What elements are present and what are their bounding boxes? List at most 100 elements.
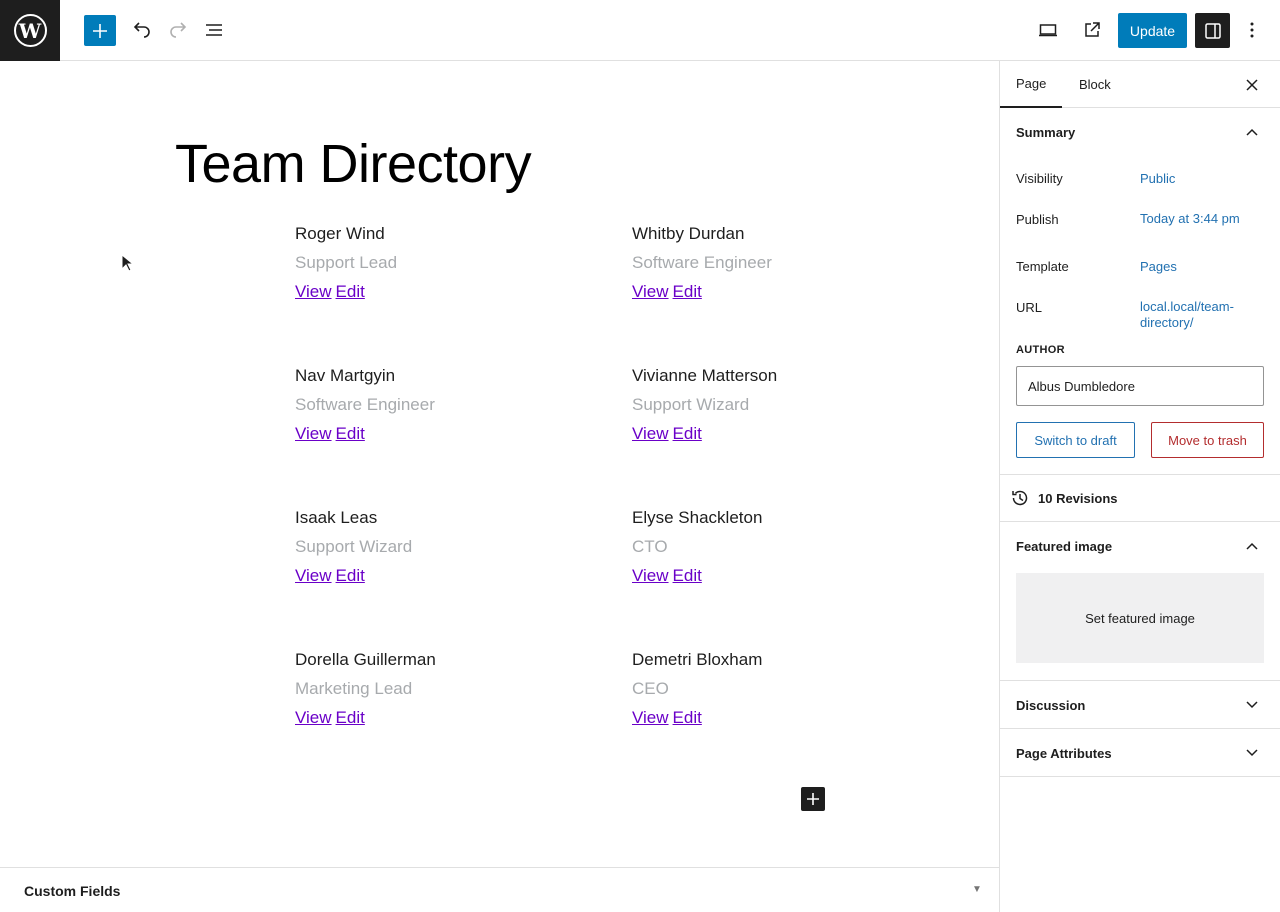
edit-link[interactable]: Edit xyxy=(336,566,365,585)
more-vertical-icon xyxy=(1250,22,1254,38)
divider xyxy=(1000,776,1280,777)
mouse-cursor-icon xyxy=(121,254,133,272)
edit-link[interactable]: Edit xyxy=(336,424,365,443)
view-page-button[interactable] xyxy=(1076,14,1108,46)
edit-link[interactable]: Edit xyxy=(673,282,702,301)
team-member-card: Vivianne Matterson Support Wizard View Ed… xyxy=(632,365,932,445)
member-name: Elyse Shackleton xyxy=(632,508,763,527)
team-member-card: Isaak Leas Support Wizard View Edit xyxy=(295,507,595,587)
close-icon xyxy=(1246,79,1258,91)
chevron-up-icon xyxy=(1240,120,1264,144)
discussion-panel-toggle[interactable]: Discussion xyxy=(1000,681,1280,729)
member-role: Support Wizard xyxy=(632,395,750,414)
view-link[interactable]: View xyxy=(295,424,332,443)
custom-fields-label: Custom Fields xyxy=(24,883,121,899)
page-attributes-panel-toggle[interactable]: Page Attributes xyxy=(1000,729,1280,777)
summary-panel-toggle[interactable]: Summary xyxy=(1000,108,1280,156)
settings-toggle-button[interactable] xyxy=(1195,13,1230,48)
view-link[interactable]: View xyxy=(632,566,669,585)
view-link[interactable]: View xyxy=(295,282,332,301)
tab-page[interactable]: Page xyxy=(1000,61,1063,108)
author-input[interactable]: Albus Dumbledore xyxy=(1016,366,1264,406)
visibility-label: Visibility xyxy=(1016,171,1063,186)
url-value[interactable]: local.local/team-directory/ xyxy=(1140,299,1255,331)
caret-down-icon: ▼ xyxy=(972,884,982,895)
document-overview-button[interactable] xyxy=(198,14,230,46)
view-link[interactable]: View xyxy=(632,708,669,727)
add-block-button[interactable] xyxy=(84,15,116,46)
member-name: Dorella Guillerman xyxy=(295,650,436,669)
edit-link[interactable]: Edit xyxy=(673,424,702,443)
page-attributes-title: Page Attributes xyxy=(1016,745,1112,761)
custom-fields-panel[interactable]: Custom Fields ▼ xyxy=(0,867,999,912)
view-link[interactable]: View xyxy=(632,424,669,443)
preview-button[interactable] xyxy=(1032,14,1064,46)
redo-icon xyxy=(170,22,187,38)
team-member-card: Demetri Bloxham CEO View Edit xyxy=(632,649,932,729)
team-member-card: Roger Wind Support Lead View Edit xyxy=(295,223,595,303)
team-member-card: Dorella Guillerman Marketing Lead View Ed… xyxy=(295,649,595,729)
discussion-title: Discussion xyxy=(1016,697,1086,713)
team-member-card: Whitby Durdan Software Engineer View Edit xyxy=(632,223,932,303)
wordpress-logo-button[interactable]: W xyxy=(0,0,60,61)
view-link[interactable]: View xyxy=(295,566,332,585)
sidebar-icon xyxy=(1204,22,1221,39)
edit-link[interactable]: Edit xyxy=(336,708,365,727)
publish-value[interactable]: Today at 3:44 pm xyxy=(1140,211,1270,227)
view-link[interactable]: View xyxy=(632,282,669,301)
edit-link[interactable]: Edit xyxy=(673,708,702,727)
chevron-down-icon xyxy=(1240,693,1264,717)
template-value[interactable]: Pages xyxy=(1140,259,1260,275)
options-button[interactable] xyxy=(1236,14,1268,46)
url-label: URL xyxy=(1016,300,1043,315)
summary-title: Summary xyxy=(1016,124,1076,140)
featured-image-title: Featured image xyxy=(1016,538,1113,554)
plus-icon xyxy=(807,793,819,805)
team-member-card: Elyse Shackleton CTO View Edit xyxy=(632,507,932,587)
settings-sidebar: Page Block Summary Visibility Public Pub… xyxy=(999,61,1280,912)
template-label: Template xyxy=(1016,259,1069,274)
update-button[interactable]: Update xyxy=(1118,13,1187,48)
set-featured-image-button[interactable]: Set featured image xyxy=(1016,573,1264,663)
revisions-button[interactable]: 10 Revisions xyxy=(1000,475,1280,521)
plus-icon xyxy=(93,23,107,38)
author-label: AUTHOR xyxy=(1016,344,1065,356)
list-view-icon xyxy=(206,24,222,36)
member-role: CTO xyxy=(632,537,668,556)
view-link[interactable]: View xyxy=(295,708,332,727)
member-role: CEO xyxy=(632,679,669,698)
member-name: Roger Wind xyxy=(295,224,385,243)
undo-button[interactable] xyxy=(126,14,158,46)
editor-header: W Update xyxy=(0,0,1280,61)
member-role: Software Engineer xyxy=(632,253,772,272)
member-role: Support Lead xyxy=(295,253,398,272)
switch-to-draft-button[interactable]: Switch to draft xyxy=(1016,422,1135,458)
featured-image-panel-toggle[interactable]: Featured image xyxy=(1000,522,1280,570)
wordpress-logo-icon: W xyxy=(13,14,47,47)
edit-link[interactable]: Edit xyxy=(673,566,702,585)
move-to-trash-button[interactable]: Move to trash xyxy=(1151,422,1264,458)
member-role: Software Engineer xyxy=(295,395,435,414)
desktop-preview-icon xyxy=(1039,24,1057,37)
member-role: Support Wizard xyxy=(295,537,413,556)
revisions-label: 10 Revisions xyxy=(1038,490,1118,506)
page-title[interactable]: Team Directory xyxy=(175,133,532,195)
member-name: Demetri Bloxham xyxy=(632,650,763,669)
chevron-up-icon xyxy=(1240,534,1264,558)
tab-block[interactable]: Block xyxy=(1063,61,1127,108)
editor-canvas[interactable]: Team Directory Roger Wind Support Lead V… xyxy=(0,61,999,867)
undo-icon xyxy=(133,22,150,38)
visibility-value[interactable]: Public xyxy=(1140,171,1260,187)
team-member-card: Nav Martgyin Software Engineer View Edit xyxy=(295,365,595,445)
redo-button[interactable] xyxy=(162,14,194,46)
history-icon xyxy=(1012,490,1028,506)
chevron-down-icon xyxy=(1240,741,1264,765)
member-name: Nav Martgyin xyxy=(295,366,396,385)
member-name: Whitby Durdan xyxy=(632,224,745,243)
close-sidebar-button[interactable] xyxy=(1240,73,1264,97)
edit-link[interactable]: Edit xyxy=(336,282,365,301)
block-appender-button[interactable] xyxy=(801,787,825,811)
publish-label: Publish xyxy=(1016,212,1059,227)
member-name: Vivianne Matterson xyxy=(632,366,778,385)
external-link-icon xyxy=(1085,22,1100,37)
